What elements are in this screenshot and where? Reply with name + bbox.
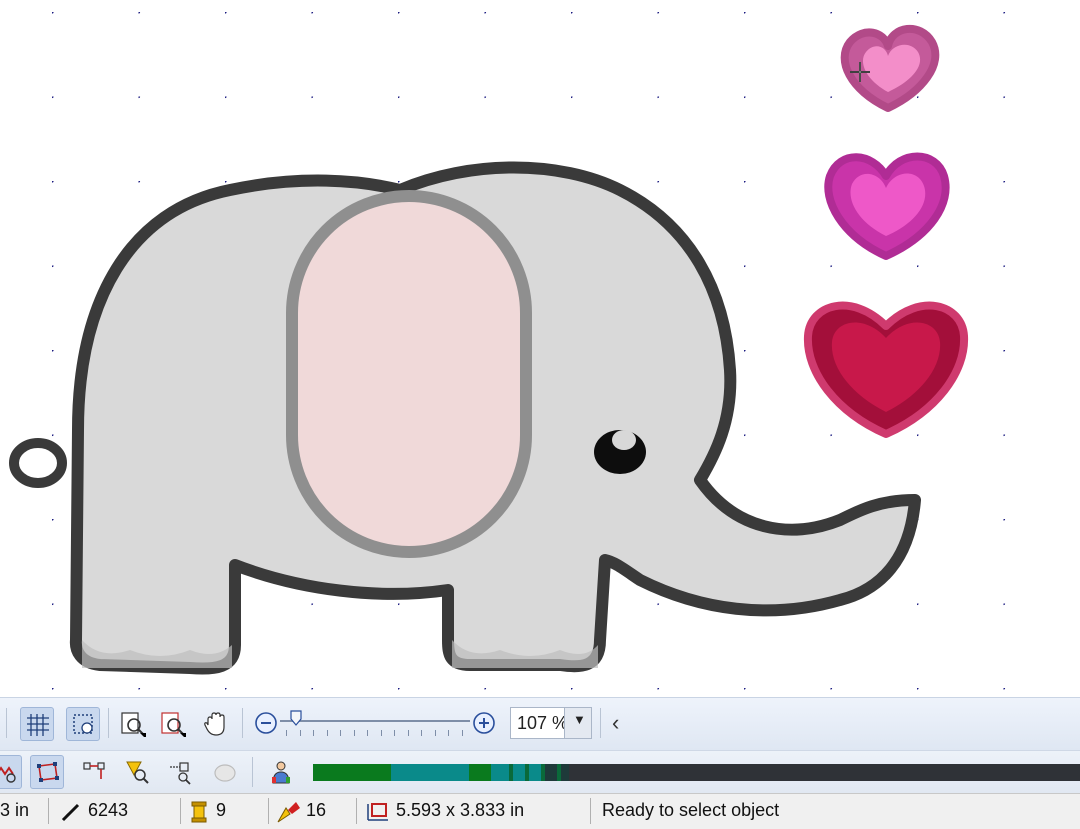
status-separator bbox=[48, 798, 49, 824]
zoom-value: 107 % bbox=[517, 713, 569, 733]
stitch-color-segment bbox=[491, 764, 541, 781]
stitch-needle-icon bbox=[61, 803, 80, 822]
zoom-selection-button[interactable] bbox=[156, 707, 190, 741]
stitch-color-marker bbox=[509, 764, 513, 781]
toolbar-separator bbox=[108, 708, 109, 738]
thread-person-icon bbox=[272, 761, 290, 784]
zoom-slider-tick bbox=[299, 730, 301, 736]
chevron-down-icon: ▼ bbox=[573, 712, 586, 727]
zoom-slider-track[interactable] bbox=[280, 720, 470, 722]
object-count: 16 bbox=[306, 800, 327, 820]
elephant-eye-highlight bbox=[612, 430, 636, 450]
status-message: Ready to select object bbox=[602, 800, 780, 820]
zoom-slider-tick bbox=[421, 730, 422, 736]
branching-icon bbox=[170, 762, 191, 785]
zoom-slider-tick bbox=[353, 730, 355, 736]
color-select-button[interactable] bbox=[120, 755, 154, 789]
color-select-icon bbox=[126, 761, 149, 784]
zoom-slider-tick bbox=[434, 730, 436, 736]
stitch-view-button[interactable] bbox=[0, 755, 22, 789]
design-width-status: 3 in bbox=[0, 800, 30, 820]
zoom-slider-tick bbox=[367, 730, 368, 736]
view-toolbar: 107 % ▼ ‹ bbox=[0, 697, 1080, 750]
zoom-dropdown-button[interactable]: ▼ bbox=[564, 708, 591, 738]
elephant-ear bbox=[286, 190, 532, 558]
design-artwork[interactable] bbox=[0, 0, 1080, 697]
tools-toolbar bbox=[0, 750, 1080, 793]
grid-icon bbox=[27, 714, 49, 736]
zoom-slider-tick bbox=[326, 730, 328, 736]
pan-hand-icon bbox=[204, 712, 225, 736]
zoom-selection-icon bbox=[161, 712, 186, 737]
zoom-out-icon bbox=[255, 712, 277, 734]
thread-chart-button[interactable] bbox=[264, 755, 298, 789]
zoom-in-icon bbox=[473, 712, 495, 734]
show-hoop-icon bbox=[73, 714, 93, 734]
status-bar: 3 in 6243 9 16 5.593 x 3.833 in Ready to… bbox=[0, 793, 1080, 829]
status-separator bbox=[590, 798, 591, 824]
thread-spool-icon bbox=[191, 801, 207, 823]
design-size: 5.593 x 3.833 in bbox=[396, 800, 525, 820]
zoom-combobox[interactable]: 107 % ▼ bbox=[510, 707, 592, 739]
status-separator bbox=[180, 798, 181, 824]
connector-icon bbox=[83, 762, 105, 779]
zoom-slider-tick bbox=[340, 730, 341, 736]
status-separator bbox=[268, 798, 269, 824]
design-size-icon bbox=[367, 803, 388, 821]
zoom-window-icon bbox=[121, 712, 146, 737]
zoom-window-button[interactable] bbox=[116, 707, 150, 741]
stitch-player-bar[interactable] bbox=[313, 764, 1080, 781]
toolbar-separator bbox=[242, 708, 243, 738]
zoom-slider-tick bbox=[313, 730, 314, 736]
stitch-view-icon bbox=[0, 766, 16, 783]
design-canvas[interactable] bbox=[0, 0, 1080, 697]
scroll-left-button[interactable]: ‹ bbox=[612, 710, 619, 736]
stitch-count: 6243 bbox=[88, 800, 129, 820]
zoom-slider-tick bbox=[407, 730, 409, 736]
pan-button[interactable] bbox=[198, 707, 232, 741]
zoom-slider-tick bbox=[286, 730, 287, 736]
branching-button[interactable] bbox=[164, 755, 198, 789]
stitch-color-segment bbox=[541, 764, 569, 781]
stitch-color-marker bbox=[557, 764, 561, 781]
object-color-icon bbox=[214, 764, 236, 782]
reshape-button[interactable] bbox=[30, 755, 64, 789]
zoom-slider-tick bbox=[448, 730, 449, 736]
status-separator bbox=[356, 798, 357, 824]
stitch-color-marker bbox=[525, 764, 529, 781]
object-color-button[interactable] bbox=[208, 755, 242, 789]
reshape-icon bbox=[37, 762, 59, 782]
toolbar-separator bbox=[6, 708, 7, 738]
stitch-color-segment bbox=[469, 764, 491, 781]
show-grid-button[interactable] bbox=[20, 707, 54, 741]
color-count: 9 bbox=[216, 800, 227, 820]
objects-icon bbox=[277, 802, 300, 823]
stitch-color-marker bbox=[541, 764, 545, 781]
zoom-slider-tick bbox=[380, 730, 382, 736]
zoom-slider-tick bbox=[461, 730, 463, 736]
zoom-in-button[interactable] bbox=[472, 711, 496, 735]
stitch-color-segment bbox=[313, 764, 391, 781]
zoom-slider-thumb[interactable] bbox=[290, 710, 302, 726]
toolbar-separator bbox=[252, 757, 253, 787]
toolbar-separator bbox=[600, 708, 601, 738]
zoom-slider-tick bbox=[394, 730, 395, 736]
connector-button[interactable] bbox=[78, 755, 112, 789]
stitch-color-segment bbox=[391, 764, 469, 781]
show-hoop-button[interactable] bbox=[66, 707, 100, 741]
zoom-out-button[interactable] bbox=[254, 711, 278, 735]
